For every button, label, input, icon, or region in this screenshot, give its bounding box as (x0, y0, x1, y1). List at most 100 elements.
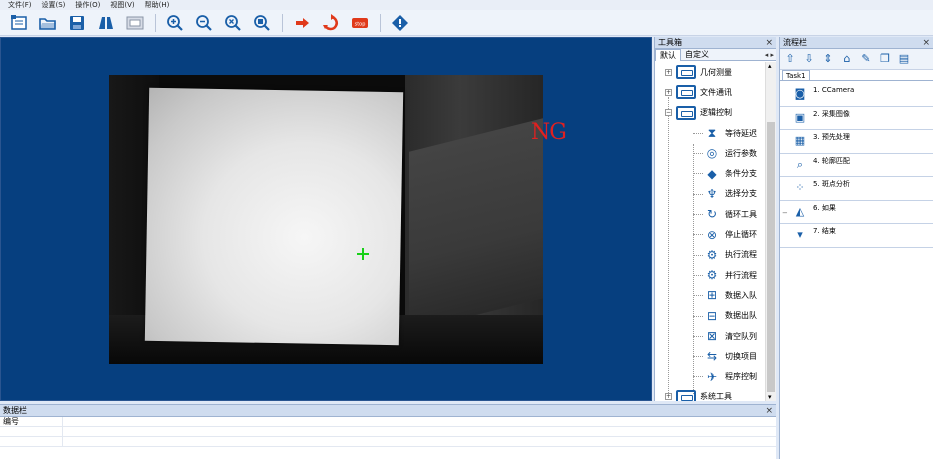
select-branch-icon: ♆ (706, 186, 718, 201)
flow-step[interactable]: − ◭ 6. 如果 (780, 201, 933, 224)
tree-category-system[interactable]: + 系统工具 (655, 387, 765, 401)
toolbox-tabs: 默认 自定义 ◂ ▸ (655, 48, 776, 61)
tool-loop[interactable]: ↻ 循环工具 (655, 204, 765, 224)
tab-task1[interactable]: Task1 (782, 70, 810, 80)
toolbar-separator (380, 13, 381, 32)
scroll-down-icon[interactable]: ▾ (768, 393, 772, 401)
zoom-out-button[interactable] (193, 13, 215, 33)
data-close-button[interactable]: × (765, 406, 773, 416)
toolbox-category-icon (676, 65, 696, 80)
tab-default[interactable]: 默认 (655, 48, 681, 61)
data-cell (0, 437, 63, 446)
tool-program-control[interactable]: ✈ 程序控制 (655, 366, 765, 386)
tool-exec-flow[interactable]: ⚙ 执行流程 (655, 245, 765, 265)
tool-wait-delay[interactable]: ⧗ 等待延迟 (655, 123, 765, 143)
tab-scroll-arrows[interactable]: ◂ ▸ (765, 49, 774, 61)
insert-step-icon[interactable]: ⇩ (802, 52, 816, 66)
run-once-button[interactable] (291, 13, 313, 33)
toolbox-title-bar: 工具箱 × (655, 37, 776, 49)
edit-icon[interactable]: ✎ (859, 52, 873, 66)
menu-help[interactable]: 帮助(H) (145, 0, 170, 10)
collapse-toggle[interactable]: − (782, 209, 788, 217)
zoom-reset-button[interactable] (251, 13, 273, 33)
find-button[interactable] (95, 13, 117, 33)
tool-label: 停止循环 (725, 230, 757, 240)
zoom-fit-button[interactable] (222, 13, 244, 33)
program-control-icon: ✈ (706, 369, 718, 384)
tool-parallel-flow[interactable]: ⚙ 并行流程 (655, 265, 765, 285)
zoom-reset-icon (254, 14, 270, 31)
expand-toggle[interactable]: + (665, 393, 672, 401)
expand-toggle[interactable]: + (665, 68, 672, 76)
copy-icon[interactable]: ❐ (878, 52, 892, 66)
tab-custom[interactable]: 自定义 (681, 49, 713, 61)
stop-button[interactable]: stop (349, 13, 371, 33)
tool-label: 等待延迟 (725, 128, 757, 138)
toolbox-scrollbar[interactable]: ▴ ▾ (765, 62, 776, 401)
save-button[interactable] (66, 13, 88, 33)
menu-operation[interactable]: 操作(O) (75, 0, 100, 10)
app-window: 文件(F) 设置(S) 操作(O) 视图(V) 帮助(H) stop NG 工具… (0, 0, 933, 459)
tree-category-label: 系统工具 (700, 392, 732, 401)
dequeue-icon: ⊟ (706, 308, 718, 323)
menu-settings[interactable]: 设置(S) (42, 0, 66, 10)
tool-dequeue[interactable]: ⊟ 数据出队 (655, 306, 765, 326)
image-display[interactable]: NG (0, 37, 652, 401)
capture-image-icon: ▣ (794, 110, 806, 124)
binoculars-icon (99, 16, 113, 29)
tool-label: 并行流程 (725, 270, 757, 280)
toolbox-close-button[interactable]: × (765, 38, 773, 48)
result-ng-label: NG (531, 120, 567, 145)
tree-category-logic[interactable]: − 逻辑控制 (655, 103, 765, 123)
collapse-toggle[interactable]: − (665, 109, 672, 117)
image-frame-button[interactable] (124, 13, 146, 33)
flow-step[interactable]: ⌕ 4. 轮廓匹配 (780, 154, 933, 177)
new-doc-button[interactable] (8, 13, 30, 33)
exec-flow-icon: ⚙ (706, 247, 718, 262)
zoom-in-button[interactable] (164, 13, 186, 33)
tool-label: 执行流程 (725, 250, 757, 260)
switch-project-icon: ⇆ (706, 349, 718, 364)
flow-close-button[interactable]: × (922, 38, 930, 48)
info-button[interactable] (389, 13, 411, 33)
add-step-icon[interactable]: ⇧ (783, 52, 797, 66)
open-button[interactable] (37, 13, 59, 33)
tool-clear-queue[interactable]: ⊠ 清空队列 (655, 326, 765, 346)
flow-step[interactable]: ▦ 3. 预先处理 (780, 130, 933, 154)
data-title-bar: 数据栏 × (0, 405, 776, 417)
end-icon: ▾ (797, 228, 803, 242)
if-icon: ◭ (795, 204, 805, 218)
paste-icon[interactable]: ▤ (897, 52, 911, 66)
tool-select-branch[interactable]: ♆ 选择分支 (655, 184, 765, 204)
flow-step[interactable]: ⁘ 5. 斑点分析 (780, 177, 933, 201)
stop-label: stop (355, 21, 366, 27)
flow-step[interactable]: ▾ 7. 结束 (780, 224, 933, 248)
expand-toggle[interactable]: + (665, 88, 672, 96)
data-header-row: 编号 (0, 417, 776, 427)
open-folder-icon (39, 17, 56, 30)
tool-condition-branch[interactable]: ◆ 条件分支 (655, 163, 765, 183)
info-icon (392, 14, 408, 31)
inspected-paper (144, 87, 404, 346)
flow-step[interactable]: ▣ 2. 采集图像 (780, 107, 933, 130)
tree-category-file-comm[interactable]: + 文件通讯 (655, 82, 765, 102)
tree-category-label: 逻辑控制 (700, 108, 732, 118)
menu-file[interactable]: 文件(F) (8, 0, 32, 10)
scroll-up-icon[interactable]: ▴ (768, 62, 772, 70)
flow-tabs: Task1 (780, 70, 933, 81)
loop-run-button[interactable] (320, 13, 342, 33)
toolbox-tree: + 几何测量 + 文件通讯 − 逻辑控制 ⧗ 等待延迟 ◎ 运行参数 ◆ 条件分支 ♆… (655, 62, 765, 401)
tool-stop-loop[interactable]: ⊗ 停止循环 (655, 224, 765, 244)
menu-view[interactable]: 视图(V) (110, 0, 134, 10)
tool-switch-project[interactable]: ⇆ 切换项目 (655, 346, 765, 366)
flow-step[interactable]: ◙ 1. CCamera (780, 83, 933, 107)
tree-category-geometry[interactable]: + 几何测量 (655, 62, 765, 82)
tool-run-params[interactable]: ◎ 运行参数 (655, 143, 765, 163)
move-step-icon[interactable]: ⇕ (821, 52, 835, 66)
loop-run-icon (323, 13, 338, 30)
monitor-icon[interactable]: ⌂ (840, 52, 854, 66)
stop-loop-icon: ⊗ (706, 227, 718, 242)
tool-enqueue[interactable]: ⊞ 数据入队 (655, 285, 765, 305)
scrollbar-thumb[interactable] (767, 122, 775, 392)
main-toolbar: stop (0, 10, 933, 36)
